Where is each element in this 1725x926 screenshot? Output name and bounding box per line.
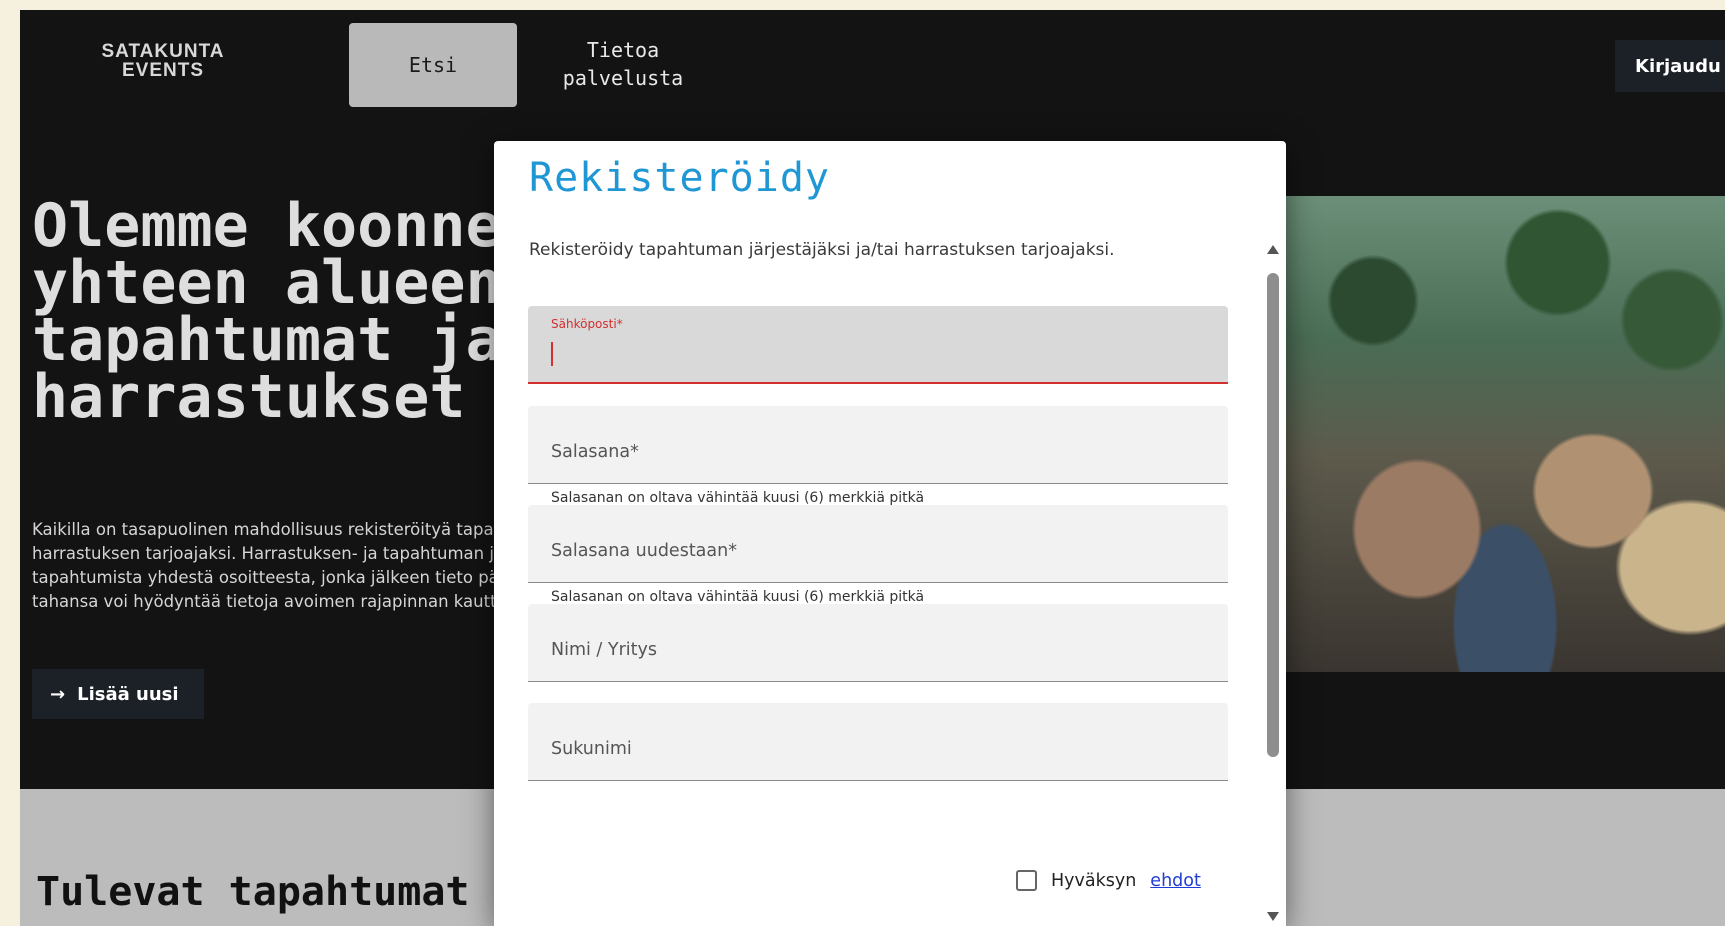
register-dialog: Rekisteröidy Rekisteröidy tapahtuman jär…	[494, 141, 1286, 926]
add-new-button[interactable]: → Lisää uusi	[32, 669, 204, 719]
nav-tab-about-line-2: palvelusta	[562, 66, 684, 90]
password-confirm-field-label: Salasana uudestaan*	[551, 541, 737, 561]
terms-row: Hyväksyn ehdot	[1016, 870, 1201, 891]
password-field[interactable]: Salasana*	[528, 406, 1228, 484]
password-helper-text: Salasanan on oltava vähintää kuusi (6) m…	[551, 490, 925, 506]
satakunta-events-logo[interactable]: SATAKUNTA EVENTS	[58, 42, 268, 80]
name-company-field[interactable]: Nimi / Yritys	[528, 604, 1228, 682]
logo-line-1: SATAKUNTA	[101, 41, 225, 62]
scroll-up-arrow-icon[interactable]	[1267, 245, 1279, 254]
nav-tab-about-line-1: Tietoa	[586, 38, 660, 62]
name-company-field-label: Nimi / Yritys	[551, 640, 657, 660]
password-confirm-field[interactable]: Salasana uudestaan*	[528, 505, 1228, 583]
hero-title: Olemme koonneet yhteen alueen tapahtumat…	[32, 191, 574, 432]
password-confirm-helper-text: Salasanan on oltava vähintää kuusi (6) m…	[551, 589, 925, 605]
nav-tab-about[interactable]: Tietoa palvelusta	[538, 36, 708, 92]
dialog-description: Rekisteröidy tapahtuman järjestäjäksi ja…	[529, 240, 1115, 260]
scrollbar-thumb[interactable]	[1267, 273, 1279, 757]
festival-crowd-image	[1285, 196, 1725, 672]
terms-link[interactable]: ehdot	[1150, 871, 1201, 891]
surname-field-label: Sukunimi	[551, 739, 632, 759]
terms-label: Hyväksyn	[1051, 870, 1137, 891]
surname-field[interactable]: Sukunimi	[528, 703, 1228, 781]
email-field-label: Sähköposti*	[551, 317, 623, 331]
add-new-label: Lisää uusi	[77, 683, 179, 705]
password-field-label: Salasana*	[551, 442, 639, 462]
arrow-right-icon: →	[50, 683, 66, 705]
dialog-scrollbar[interactable]	[1265, 245, 1281, 926]
dialog-title: Rekisteröidy	[529, 155, 830, 201]
nav-tab-search[interactable]: Etsi	[349, 23, 517, 107]
login-button[interactable]: Kirjaudu	[1615, 40, 1725, 92]
top-navigation: SATAKUNTA EVENTS Etsi Tietoa palvelusta …	[20, 10, 1725, 110]
scroll-down-arrow-icon[interactable]	[1267, 912, 1279, 921]
section-title: Tulevat tapahtumat	[36, 869, 470, 915]
text-caret	[551, 342, 553, 366]
email-field[interactable]: Sähköposti*	[528, 306, 1228, 384]
logo-line-2: EVENTS	[121, 60, 205, 81]
terms-checkbox[interactable]	[1016, 870, 1037, 891]
